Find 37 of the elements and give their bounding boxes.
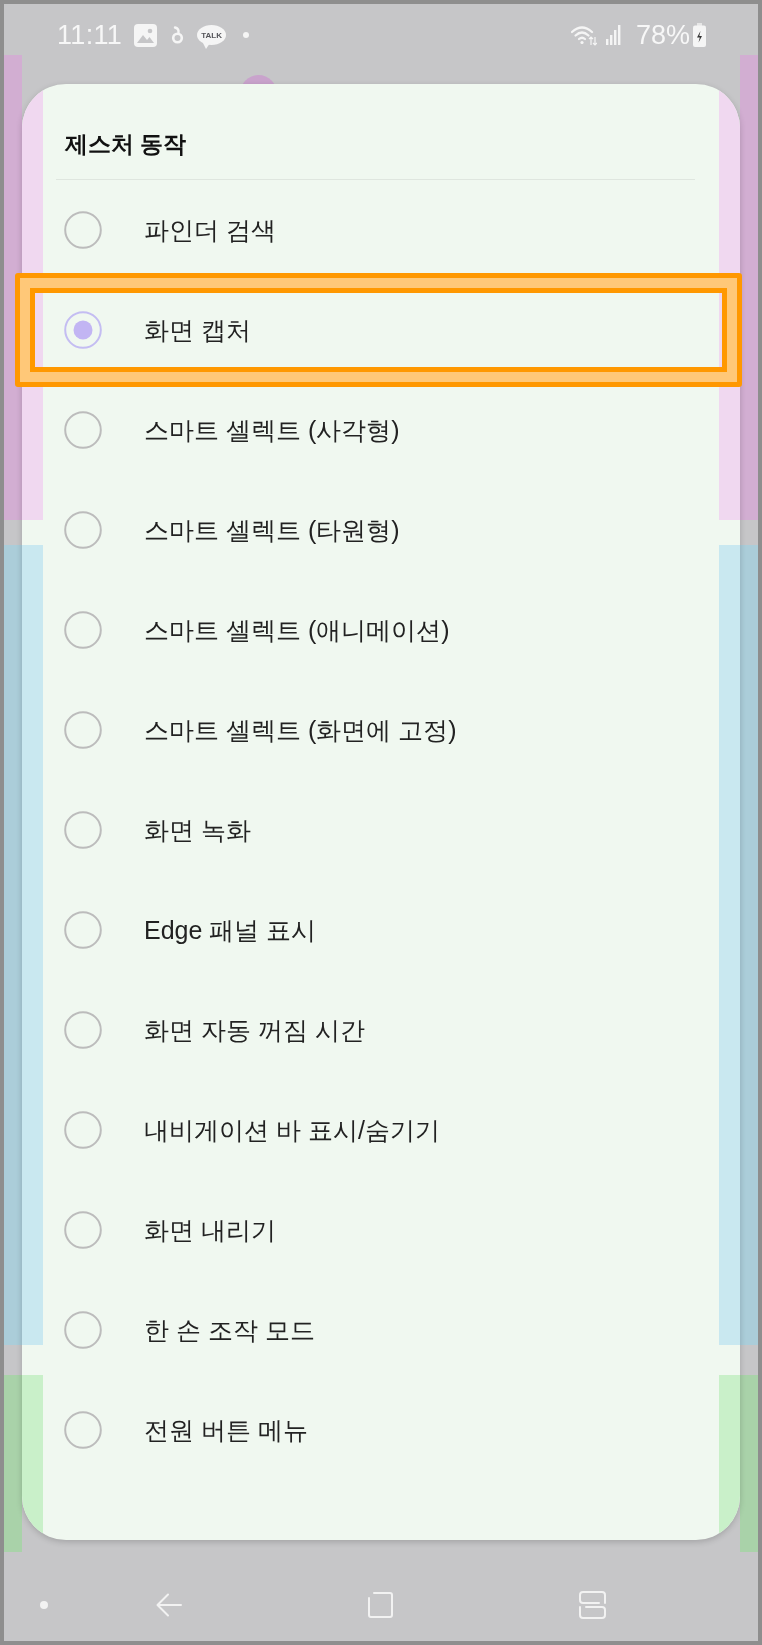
radio-button[interactable]: [64, 311, 102, 349]
dot-icon: [40, 1601, 48, 1609]
option-label[interactable]: 화면 녹화: [144, 813, 251, 847]
radio-button[interactable]: [64, 1211, 102, 1249]
dialog-title: 제스처 동작: [65, 130, 187, 159]
drop-icon: [171, 26, 185, 44]
image-icon: [134, 23, 158, 47]
radio-button[interactable]: [64, 1411, 102, 1449]
dot-icon: [243, 32, 250, 38]
radio-button[interactable]: [64, 511, 102, 549]
wifi-icon: [570, 24, 597, 46]
battery-icon: [693, 23, 706, 47]
option-label[interactable]: 전원 버튼 메뉴: [144, 1413, 308, 1447]
radio-button[interactable]: [64, 711, 102, 749]
option-label[interactable]: 스마트 셀렉트 (사각형): [144, 413, 400, 447]
radio-button[interactable]: [64, 1011, 102, 1049]
radio-button[interactable]: [64, 811, 102, 849]
radio-button[interactable]: [64, 611, 102, 649]
option-label[interactable]: 화면 캡처: [144, 313, 251, 347]
home-icon[interactable]: [368, 1592, 393, 1618]
recents-icon[interactable]: [579, 1591, 606, 1619]
option-label[interactable]: Edge 패널 표시: [144, 913, 317, 947]
back-icon[interactable]: [156, 1592, 182, 1618]
option-label[interactable]: 화면 내리기: [144, 1213, 276, 1247]
option-label[interactable]: 내비게이션 바 표시/숨기기: [144, 1113, 440, 1147]
radio-button[interactable]: [64, 1111, 102, 1149]
option-label[interactable]: 화면 자동 꺼짐 시간: [144, 1013, 365, 1047]
signal-icon: [605, 25, 621, 45]
option-label[interactable]: 스마트 셀렉트 (화면에 고정): [144, 713, 457, 747]
option-label[interactable]: 스마트 셀렉트 (타원형): [144, 513, 400, 547]
radio-button[interactable]: [64, 411, 102, 449]
radio-button[interactable]: [64, 1311, 102, 1349]
option-label[interactable]: 한 손 조작 모드: [144, 1313, 315, 1347]
radio-button[interactable]: [64, 911, 102, 949]
option-label[interactable]: 스마트 셀렉트 (애니메이션): [144, 613, 450, 647]
radio-button[interactable]: [64, 211, 102, 249]
option-label[interactable]: 파인더 검색: [144, 213, 276, 247]
